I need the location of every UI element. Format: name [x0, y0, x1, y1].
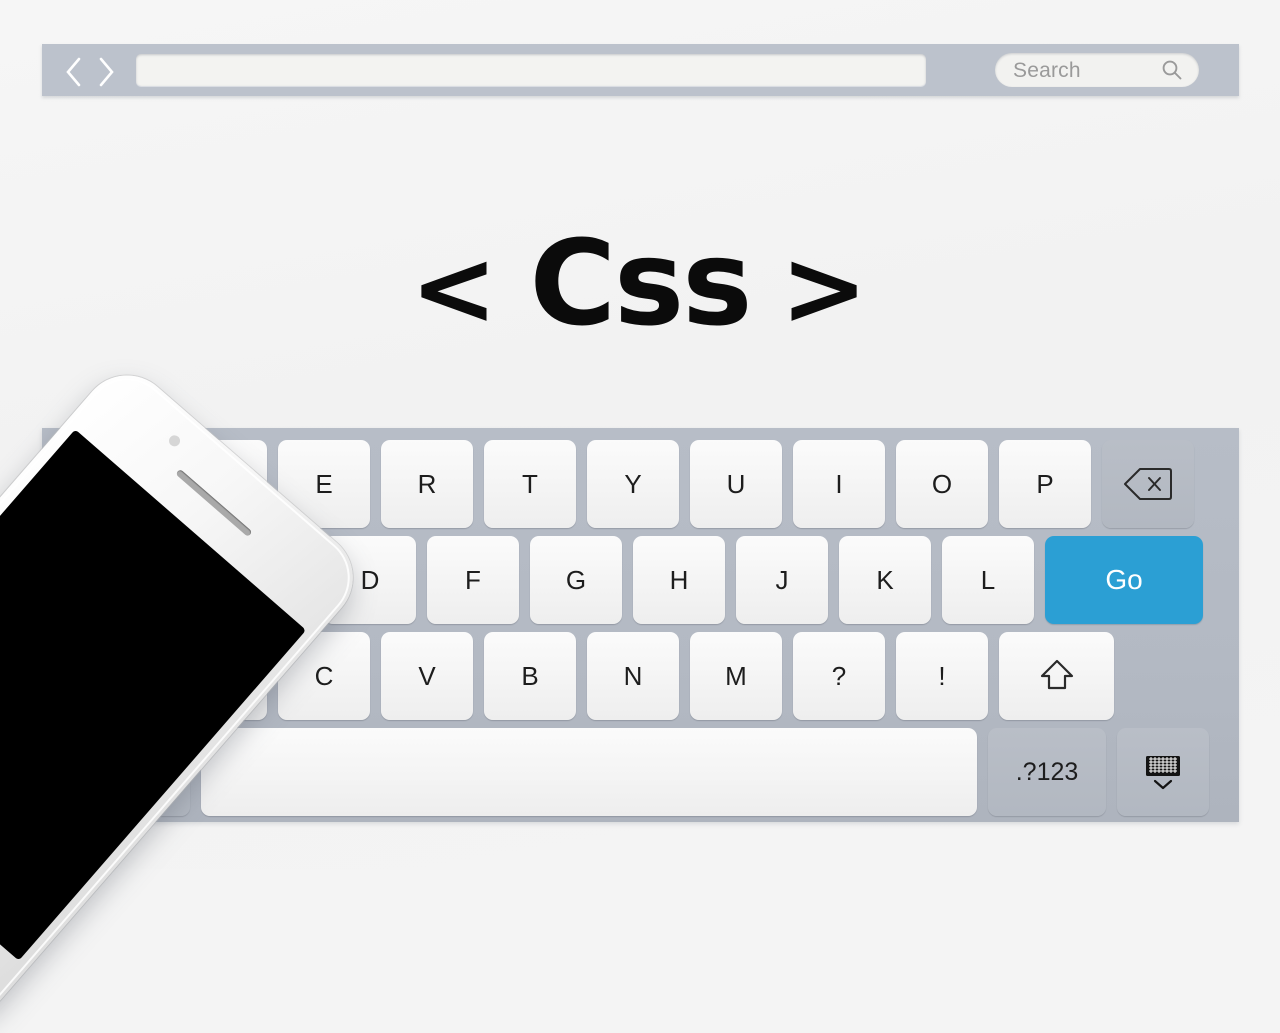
key-hide-keyboard[interactable] — [1117, 728, 1209, 816]
key-go[interactable]: Go — [1045, 536, 1203, 624]
key-numeric-right[interactable]: .?123 — [988, 728, 1106, 816]
chevron-right-icon[interactable] — [96, 55, 116, 87]
url-address-input[interactable] — [136, 54, 926, 86]
key-p[interactable]: P — [999, 440, 1091, 528]
headline-close-bracket: > — [780, 227, 870, 349]
search-placeholder-label: Search — [1013, 58, 1081, 82]
key-u[interactable]: U — [690, 440, 782, 528]
search-input[interactable]: Search — [995, 53, 1199, 87]
key-o[interactable]: O — [896, 440, 988, 528]
key-n[interactable]: N — [587, 632, 679, 720]
browser-toolbar: Search — [42, 44, 1239, 96]
shift-up-arrow-icon — [1037, 656, 1077, 696]
key-i[interactable]: I — [793, 440, 885, 528]
headline-text: Css — [529, 214, 752, 352]
page-title: < Css > — [0, 224, 1280, 342]
search-icon[interactable] — [1161, 59, 1183, 81]
navigation-controls — [42, 55, 130, 87]
key-r[interactable]: R — [381, 440, 473, 528]
key-k[interactable]: K — [839, 536, 931, 624]
key-b[interactable]: B — [484, 632, 576, 720]
key-shift[interactable] — [999, 632, 1114, 720]
key-v[interactable]: V — [381, 632, 473, 720]
key-l[interactable]: L — [942, 536, 1034, 624]
backspace-icon — [1123, 467, 1173, 501]
key-h[interactable]: H — [633, 536, 725, 624]
key-g[interactable]: G — [530, 536, 622, 624]
key-y[interactable]: Y — [587, 440, 679, 528]
key-m[interactable]: M — [690, 632, 782, 720]
key-f[interactable]: F — [427, 536, 519, 624]
key-j[interactable]: J — [736, 536, 828, 624]
page-background: Search <Css> Q W E R T Y U I O P — [0, 0, 1280, 1033]
hide-keyboard-icon — [1139, 751, 1187, 793]
key-backspace[interactable] — [1102, 440, 1194, 528]
chevron-left-icon[interactable] — [64, 55, 84, 87]
key-space[interactable] — [201, 728, 977, 816]
headline-open-bracket: < — [410, 227, 500, 349]
key-t[interactable]: T — [484, 440, 576, 528]
key-question-mark[interactable]: ? — [793, 632, 885, 720]
key-exclamation-mark[interactable]: ! — [896, 632, 988, 720]
